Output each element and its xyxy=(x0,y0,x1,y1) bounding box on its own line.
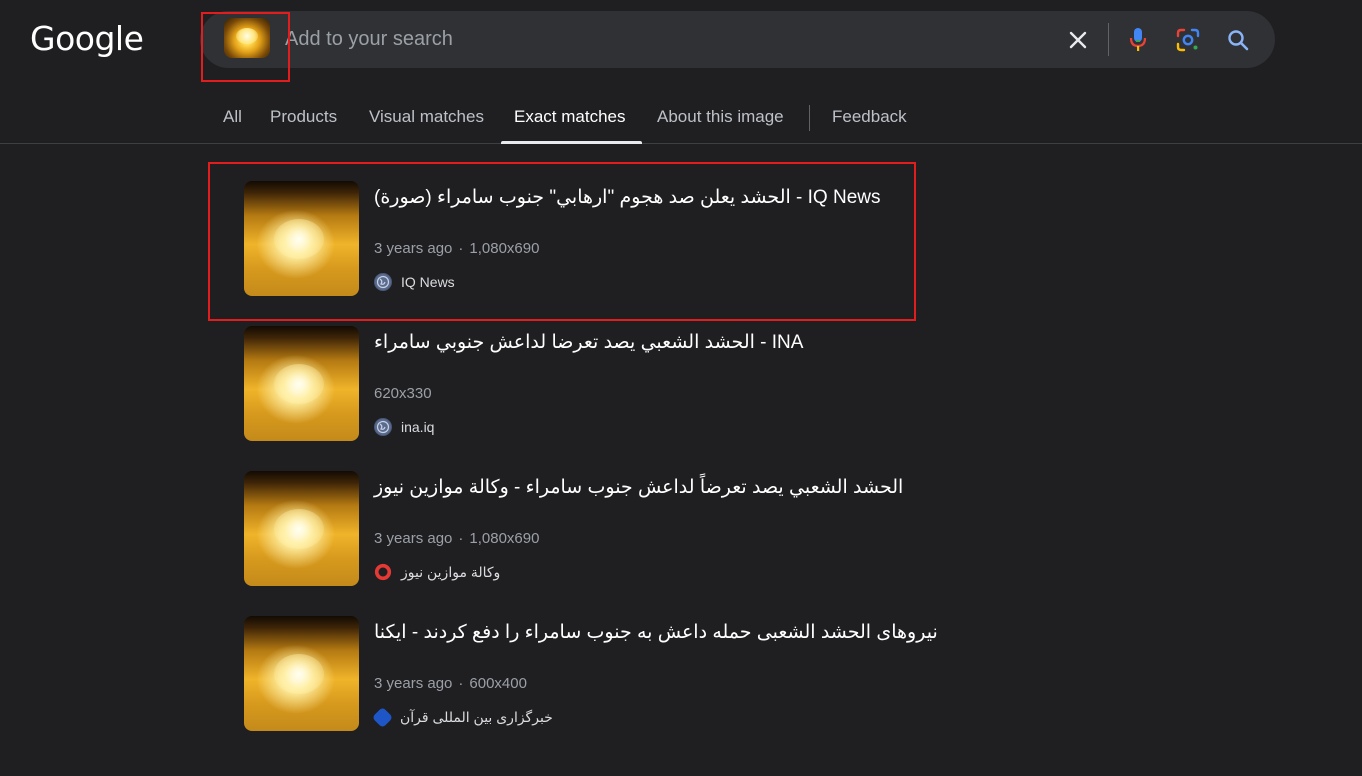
close-icon xyxy=(1069,31,1087,49)
result-item[interactable]: الحشد الشعبي يصد تعرضاً لداعش جنوب سامرا… xyxy=(244,471,924,587)
voice-search-button[interactable] xyxy=(1121,23,1155,57)
result-age: 3 years ago xyxy=(374,675,453,692)
search-input[interactable] xyxy=(285,25,885,53)
result-title[interactable]: الحشد الشعبي يصد تعرضا لداعش جنوبي سامرا… xyxy=(374,331,914,354)
result-title[interactable]: نیروهای الحشد الشعبی حمله داعش به جنوب س… xyxy=(374,621,938,644)
result-dimensions: 600x400 xyxy=(469,675,527,692)
search-bar xyxy=(200,11,1275,68)
result-dimensions: 1,080x690 xyxy=(469,530,540,547)
tab-about-this-image[interactable]: About this image xyxy=(657,107,784,127)
meta-separator: · xyxy=(458,675,464,692)
google-lens-results-page: Google Add to your search All Products V… xyxy=(0,0,1362,776)
results-tabs: All Products Visual matches Exact matche… xyxy=(0,96,1362,144)
thumbnail-glow xyxy=(274,509,324,549)
result-source-name: وكالة موازين نيوز xyxy=(401,563,501,580)
result-meta: 620x330 xyxy=(374,385,432,402)
result-item[interactable]: نیروهای الحشد الشعبی حمله داعش به جنوب س… xyxy=(244,616,938,732)
query-image-highlight-box xyxy=(201,12,290,82)
result-source-name: خبرگزاری بین المللی قرآن xyxy=(400,708,553,725)
result-item[interactable]: الحشد الشعبي يصد تعرضا لداعش جنوبي سامرا… xyxy=(244,326,924,442)
tab-visual-matches[interactable]: Visual matches xyxy=(369,107,484,127)
result-title[interactable]: الحشد الشعبي يصد تعرضاً لداعش جنوب سامرا… xyxy=(374,476,914,499)
result-highlight-box xyxy=(208,162,916,321)
active-tab-indicator xyxy=(501,141,642,144)
result-dimensions: 620x330 xyxy=(374,385,432,402)
result-thumbnail[interactable] xyxy=(244,326,359,441)
search-icon xyxy=(1228,30,1249,51)
tab-separator xyxy=(809,105,810,131)
lens-search-button[interactable] xyxy=(1171,23,1205,57)
thumbnail-glow xyxy=(274,364,324,404)
result-thumbnail[interactable] xyxy=(244,616,359,731)
meta-separator: · xyxy=(458,530,464,547)
result-meta: 3 years ago · 1,080x690 xyxy=(374,530,539,547)
result-source[interactable]: خبرگزاری بین المللی قرآن xyxy=(371,706,553,728)
result-thumbnail[interactable] xyxy=(244,471,359,586)
result-source[interactable]: وكالة موازين نيوز xyxy=(374,562,500,582)
tab-all[interactable]: All xyxy=(223,107,242,127)
tab-feedback[interactable]: Feedback xyxy=(832,107,907,127)
microphone-icon xyxy=(1129,28,1147,51)
lens-camera-icon xyxy=(1176,28,1200,52)
search-button[interactable] xyxy=(1221,23,1255,57)
google-logo[interactable]: Google xyxy=(30,19,144,58)
ring-icon xyxy=(374,563,392,581)
tab-products[interactable]: Products xyxy=(270,107,337,127)
search-divider xyxy=(1108,23,1109,56)
globe-icon xyxy=(374,418,392,436)
quran-news-icon xyxy=(371,706,394,728)
result-meta: 3 years ago · 600x400 xyxy=(374,675,527,692)
thumbnail-glow xyxy=(274,654,324,694)
result-source[interactable]: ina.iq xyxy=(374,417,434,437)
tab-exact-matches[interactable]: Exact matches xyxy=(514,107,626,127)
result-source-name: ina.iq xyxy=(401,419,435,435)
clear-button[interactable] xyxy=(1061,23,1095,57)
result-age: 3 years ago xyxy=(374,530,453,547)
